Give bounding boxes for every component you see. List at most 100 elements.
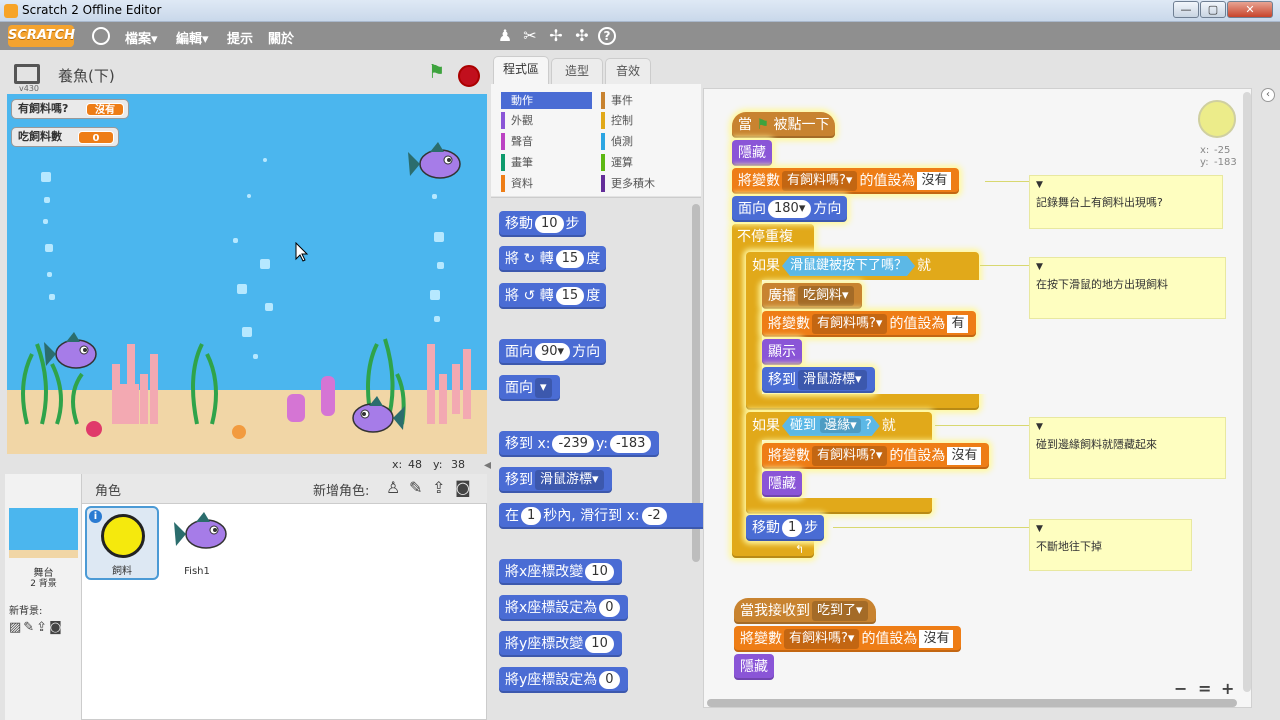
goto-block[interactable]: 移到 滑鼠游標▾ (762, 367, 875, 393)
paint-new-sprite-icon[interactable]: ✎ (409, 478, 422, 497)
collapse-triangle-icon[interactable]: ▼ (1036, 422, 1043, 432)
if-header[interactable]: 如果 滑鼠鍵被按下了嗎？就 (746, 252, 931, 280)
menu-file[interactable]: 檔案▾ (125, 28, 158, 47)
message-dropdown[interactable]: 吃飼料▾ (798, 286, 854, 306)
if-header[interactable]: 如果 碰到 邊緣▾ ? 就 (746, 412, 896, 440)
show-block[interactable]: 顯示 (762, 339, 802, 365)
point-direction-block[interactable]: 面向 180▾ 方向 (732, 196, 848, 222)
comment-note[interactable]: ▼ 碰到邊緣飼料就隱藏起來 (1029, 417, 1226, 479)
category-data[interactable]: 資料 (501, 175, 592, 192)
sprite-thumb-selected[interactable]: i 飼料 (85, 506, 159, 580)
sprite-thumb[interactable]: Fish1 (162, 506, 232, 580)
fish-sprite[interactable] (347, 396, 405, 441)
duplicate-stamp-icon[interactable]: ♟ (495, 26, 515, 46)
when-receive-block[interactable]: 當我接收到 吃到了▾ (734, 598, 876, 624)
message-dropdown[interactable]: 吃到了▾ (812, 601, 868, 621)
variable-watcher[interactable]: 有飼料嗎? 沒有 (11, 99, 129, 119)
block-goto[interactable]: 移到 滑鼠游標▾ (499, 467, 612, 493)
camera-icon[interactable]: ◙ (455, 478, 471, 497)
forever-header[interactable]: 不停重複 (732, 224, 814, 250)
number-input[interactable]: 10 (585, 563, 614, 581)
value-input[interactable]: 沒有 (947, 447, 982, 465)
language-globe-icon[interactable] (92, 27, 110, 45)
shrink-icon[interactable]: ✣ (572, 26, 592, 46)
scratch-logo[interactable]: SCRATCH (8, 25, 75, 47)
block-point-towards[interactable]: 面向 ▾ (499, 375, 560, 401)
cut-scissors-icon[interactable]: ✂ (520, 26, 540, 46)
maximize-button[interactable]: ▢ (1200, 1, 1226, 18)
variable-watcher[interactable]: 吃飼料數 0 (11, 127, 119, 147)
block-turn-right[interactable]: 將 ↻ 轉 15 度 (499, 246, 607, 272)
set-variable-block[interactable]: 將變數 有飼料嗎?▾ 的值設為 沒有 (734, 626, 962, 652)
set-variable-block[interactable]: 將變數 有飼料嗎?▾ 的值設為 沒有 (732, 168, 960, 194)
dropdown[interactable]: ▾ (535, 378, 552, 398)
category-operators[interactable]: 運算 (601, 154, 692, 171)
collapse-triangle-icon[interactable]: ▼ (1036, 180, 1043, 190)
stop-sign-icon[interactable] (458, 65, 480, 87)
number-dropdown[interactable]: 180▾ (768, 200, 812, 218)
hide-block[interactable]: 隱藏 (762, 471, 802, 497)
number-input[interactable]: -239 (552, 435, 594, 453)
set-variable-block[interactable]: 將變數 有飼料嗎?▾ 的值設為有 (762, 311, 977, 337)
number-input[interactable]: 1 (521, 507, 542, 525)
hide-block[interactable]: 隱藏 (732, 140, 772, 166)
category-sound[interactable]: 聲音 (501, 133, 592, 150)
tab-scripts[interactable]: 程式區 (493, 56, 549, 86)
mouse-down-condition[interactable]: 滑鼠鍵被按下了嗎？ (782, 256, 915, 276)
value-input[interactable]: 有 (947, 315, 969, 333)
zoom-reset-icon[interactable]: = (1198, 679, 1211, 698)
block-move-steps[interactable]: 移動 10 步 (499, 211, 586, 237)
category-events[interactable]: 事件 (601, 92, 692, 109)
close-window-button[interactable]: ✕ (1227, 1, 1273, 18)
block-turn-left[interactable]: 將 ↺ 轉 15 度 (499, 283, 607, 309)
hide-block[interactable]: 隱藏 (734, 654, 774, 680)
category-sensing[interactable]: 偵測 (601, 133, 692, 150)
fish-sprite[interactable] (408, 142, 466, 187)
collapse-triangle-icon[interactable]: ▼ (1036, 262, 1043, 272)
fullscreen-icon[interactable] (14, 64, 40, 84)
number-input[interactable]: 15 (555, 250, 585, 268)
variable-dropdown[interactable]: 有飼料嗎?▾ (784, 629, 860, 649)
category-pen[interactable]: 畫筆 (501, 154, 592, 171)
scripts-vertical-scrollbar[interactable] (1243, 92, 1251, 692)
dropdown[interactable]: 滑鼠游標▾ (535, 470, 604, 490)
grow-icon[interactable]: ✢ (546, 26, 566, 46)
scroll-info-icon[interactable]: ‹ (1261, 88, 1275, 102)
value-input[interactable]: 沒有 (919, 630, 954, 648)
green-flag-icon[interactable]: ⚑ (428, 62, 445, 82)
stage-thumbnail[interactable] (9, 508, 78, 558)
edge-dropdown[interactable]: 邊緣▾ (820, 418, 861, 433)
scripts-horizontal-scrollbar[interactable] (707, 699, 1237, 707)
variable-dropdown[interactable]: 有飼料嗎?▾ (812, 446, 888, 466)
block-set-x[interactable]: 將x座標設定為 0 (499, 595, 628, 621)
zoom-out-icon[interactable]: − (1174, 679, 1187, 698)
set-variable-block[interactable]: 將變數 有飼料嗎?▾ 的值設為 沒有 (762, 443, 990, 469)
block-change-x[interactable]: 將x座標改變 10 (499, 559, 622, 585)
tab-sounds[interactable]: 音效 (605, 58, 651, 84)
number-input[interactable]: -2 (641, 507, 667, 525)
zoom-in-icon[interactable]: + (1221, 679, 1234, 698)
number-input[interactable]: 10 (585, 635, 614, 653)
number-input[interactable]: 15 (555, 287, 585, 305)
tab-costumes[interactable]: 造型 (551, 58, 603, 84)
collapse-triangle-icon[interactable]: ▼ (1036, 524, 1043, 534)
value-input[interactable]: 沒有 (917, 172, 952, 190)
category-looks[interactable]: 外觀 (501, 112, 592, 129)
target-dropdown[interactable]: 滑鼠游標▾ (798, 370, 867, 390)
number-input[interactable]: 0 (599, 671, 620, 689)
help-icon[interactable]: ? (598, 27, 616, 45)
broadcast-block[interactable]: 廣播 吃飼料▾ (762, 283, 862, 309)
block-set-y[interactable]: 將y座標設定為 0 (499, 667, 628, 693)
menu-about[interactable]: 關於 (268, 28, 294, 47)
category-more-blocks[interactable]: 更多積木 (601, 175, 692, 192)
comment-note[interactable]: ▼ 在按下滑鼠的地方出現飼料 (1029, 257, 1226, 319)
category-motion[interactable]: 動作 (501, 92, 592, 109)
comment-note[interactable]: ▼ 記錄舞台上有飼料出現嗎? (1029, 175, 1223, 229)
block-change-y[interactable]: 將y座標改變 10 (499, 631, 622, 657)
number-input[interactable]: 1 (782, 519, 803, 537)
number-input[interactable]: 10 (535, 215, 564, 233)
number-input[interactable]: -183 (609, 435, 652, 453)
variable-dropdown[interactable]: 有飼料嗎?▾ (782, 171, 858, 191)
move-steps-block[interactable]: 移動 1 步 (746, 515, 825, 541)
menu-tips[interactable]: 提示 (227, 28, 253, 47)
